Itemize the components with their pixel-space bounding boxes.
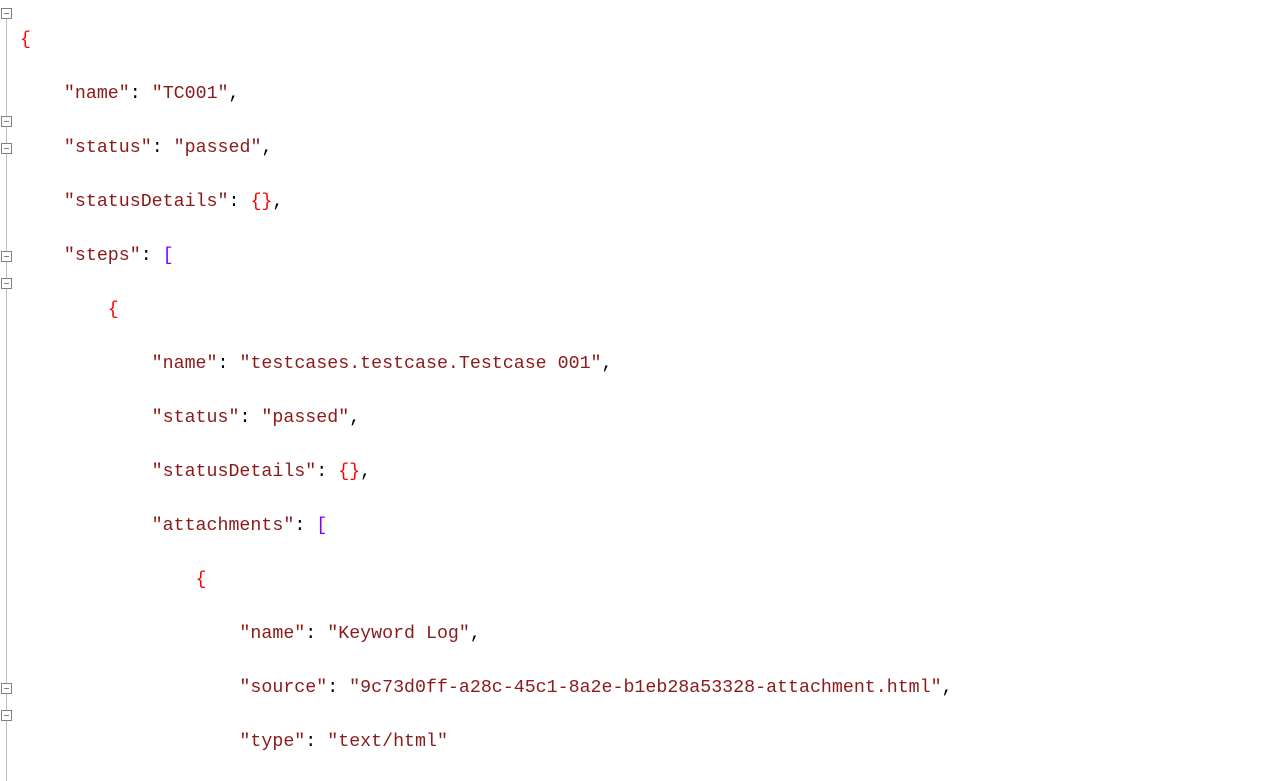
fold-guide <box>6 721 7 781</box>
code-line: { <box>20 27 1281 54</box>
code-editor: { name: TC001, status: passed, statusDet… <box>0 0 1281 781</box>
fold-guide <box>6 127 7 143</box>
code-area[interactable]: { name: TC001, status: passed, statusDet… <box>16 0 1281 781</box>
fold-guide <box>6 289 7 683</box>
code-line: statusDetails: {}, <box>20 189 1281 216</box>
code-line: type: text/html <box>20 729 1281 756</box>
fold-gutter <box>0 0 16 781</box>
fold-guide <box>6 154 7 251</box>
code-line: status: passed, <box>20 405 1281 432</box>
code-line: steps: [ <box>20 243 1281 270</box>
code-line: status: passed, <box>20 135 1281 162</box>
fold-toggle[interactable] <box>1 251 12 262</box>
fold-toggle[interactable] <box>1 278 12 289</box>
code-line: statusDetails: {}, <box>20 459 1281 486</box>
fold-toggle[interactable] <box>1 710 12 721</box>
code-line: { <box>20 567 1281 594</box>
fold-toggle[interactable] <box>1 116 12 127</box>
code-line: { <box>20 297 1281 324</box>
fold-guide <box>6 694 7 710</box>
fold-toggle[interactable] <box>1 143 12 154</box>
code-line: source: 9c73d0ff-a28c-45c1-8a2e-b1eb28a5… <box>20 675 1281 702</box>
fold-guide <box>6 19 7 116</box>
fold-guide <box>6 262 7 278</box>
code-line: name: Keyword Log, <box>20 621 1281 648</box>
code-line: attachments: [ <box>20 513 1281 540</box>
fold-toggle[interactable] <box>1 683 12 694</box>
fold-toggle[interactable] <box>1 8 12 19</box>
code-line: name: TC001, <box>20 81 1281 108</box>
code-line: name: testcases.testcase.Testcase 001, <box>20 351 1281 378</box>
